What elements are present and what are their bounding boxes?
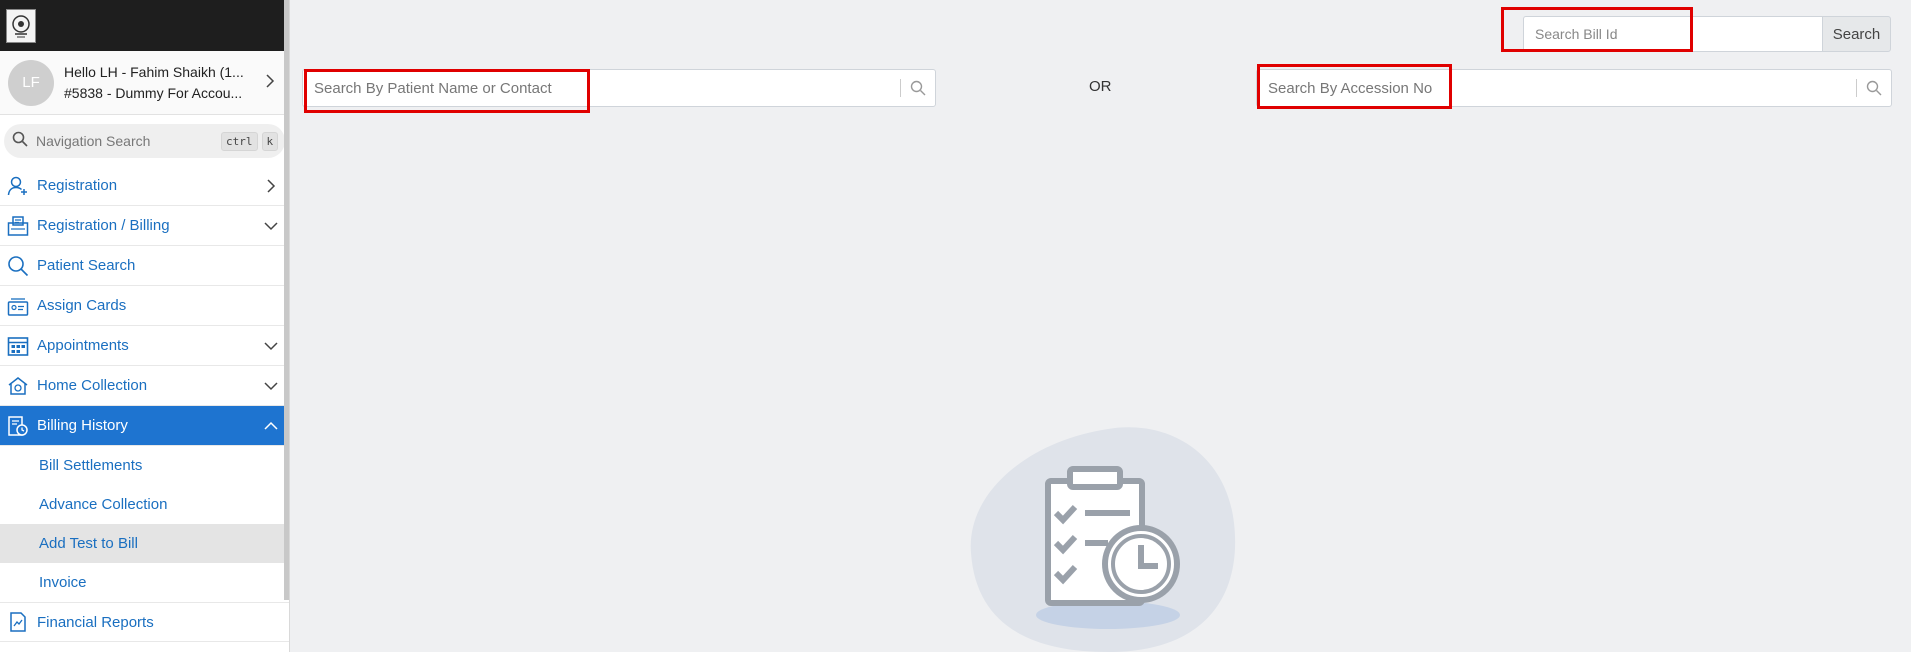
chevron-down-icon	[263, 378, 279, 394]
sidebar-subitem-bill-settlements[interactable]: Bill Settlements	[0, 446, 289, 485]
sidebar-header	[0, 0, 289, 51]
sidebar-item-label: Billing History	[37, 417, 128, 434]
sidebar-item-patient-search[interactable]: Patient Search	[0, 246, 289, 286]
accession-search-field	[1256, 69, 1892, 107]
accession-search-input[interactable]	[1257, 70, 1856, 106]
user-profile[interactable]: LF Hello LH - Fahim Shaikh (1... #5838 -…	[0, 51, 289, 115]
bill-id-input[interactable]	[1523, 16, 1822, 52]
sidebar-item-label: Appointments	[37, 337, 129, 354]
sidebar-item-home-collection[interactable]: Home Collection	[0, 366, 289, 406]
sidebar-item-label: Registration	[37, 177, 118, 194]
calendar-icon	[6, 334, 30, 358]
bill-id-search: Search	[1523, 16, 1891, 52]
app-logo[interactable]	[6, 8, 36, 43]
navigation-search[interactable]: ctrl k	[4, 124, 285, 158]
sidebar-item-label: Patient Search	[37, 257, 136, 274]
report-icon	[6, 610, 30, 634]
cards-icon	[6, 294, 30, 318]
sidebar-item-appointments[interactable]: Appointments	[0, 326, 289, 366]
chevron-down-icon	[263, 338, 279, 354]
search-icon	[12, 131, 28, 152]
sidebar-item-billing-history[interactable]: Billing History	[0, 406, 289, 446]
sidebar-subitem-add-test-to-bill[interactable]: Add Test to Bill	[0, 524, 289, 563]
sidebar-item-label: Financial Reports	[37, 613, 154, 631]
chevron-right-icon	[263, 178, 279, 194]
sidebar-subitem-invoice[interactable]: Invoice	[0, 563, 289, 602]
chevron-down-icon	[263, 218, 279, 234]
chevron-up-icon	[263, 418, 279, 434]
sidebar-item-partial[interactable]	[0, 642, 289, 652]
search-icon	[6, 254, 30, 278]
sidebar-item-registration[interactable]: Registration	[0, 166, 289, 206]
user-add-icon	[6, 174, 30, 198]
patient-search-input[interactable]	[303, 70, 900, 106]
chevron-right-icon	[265, 74, 281, 91]
sidebar-subitem-advance-collection[interactable]: Advance Collection	[0, 485, 289, 524]
avatar: LF	[8, 59, 54, 106]
search-icon[interactable]	[1857, 80, 1891, 96]
shortcut-ctrl-key: ctrl	[221, 131, 258, 151]
shortcut-k-key: k	[261, 131, 279, 151]
sidebar-item-registration-billing[interactable]: Registration / Billing	[0, 206, 289, 246]
sidebar-scrollbar[interactable]	[284, 0, 289, 600]
navigation-search-input[interactable]	[36, 133, 217, 149]
sidebar-item-assign-cards[interactable]: Assign Cards	[0, 286, 289, 326]
sidebar-item-label: Assign Cards	[37, 297, 127, 314]
home-icon	[6, 374, 30, 398]
search-icon[interactable]	[901, 80, 935, 96]
user-account: #5838 - Dummy For Accou...	[64, 84, 243, 101]
user-greeting: Hello LH - Fahim Shaikh (1...	[64, 63, 244, 80]
billing-icon	[6, 214, 30, 238]
sidebar-item-financial-reports[interactable]: Financial Reports	[0, 602, 289, 642]
sidebar: LF Hello LH - Fahim Shaikh (1... #5838 -…	[0, 0, 290, 652]
patient-search-field	[302, 69, 936, 107]
sidebar-item-label: Home Collection	[37, 377, 148, 394]
history-icon	[6, 414, 30, 438]
sidebar-item-label: Registration / Billing	[37, 217, 170, 234]
empty-state-illustration	[968, 423, 1243, 652]
main-content: Search OR	[290, 0, 1911, 652]
or-label: OR	[1089, 78, 1112, 95]
search-button[interactable]: Search	[1822, 16, 1891, 52]
